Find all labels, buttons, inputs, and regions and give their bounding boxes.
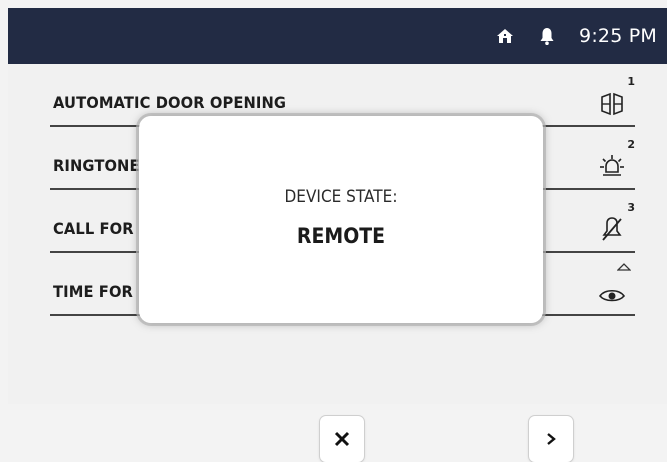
home-icon[interactable]: [495, 26, 515, 46]
door-open-icon[interactable]: [597, 87, 627, 119]
eye-icon[interactable]: [597, 276, 627, 308]
row-badge: 1: [627, 75, 635, 88]
expand-up-icon[interactable]: [617, 262, 631, 272]
close-icon: [334, 431, 350, 447]
settings-row-label: CALL FOR: [53, 219, 134, 238]
chevron-right-icon: [547, 433, 556, 445]
dialog-title: DEVICE STATE:: [284, 187, 398, 207]
mute-bell-icon[interactable]: [597, 213, 627, 245]
dialog-value: REMOTE: [296, 224, 386, 248]
row-badge: 3: [627, 201, 635, 214]
light-icon[interactable]: [597, 150, 627, 182]
bell-icon[interactable]: [537, 26, 557, 46]
status-bar: 9:25 PM: [8, 8, 667, 64]
row-badge: 2: [627, 138, 635, 151]
clock-time: 9:25 PM: [579, 25, 657, 47]
settings-row-label: RINGTONE: [53, 156, 140, 175]
device-state-dialog[interactable]: DEVICE STATE: REMOTE: [139, 116, 543, 323]
next-button[interactable]: [529, 416, 573, 462]
close-button[interactable]: [320, 416, 364, 462]
settings-row-label: AUTOMATIC DOOR OPENING: [53, 93, 287, 112]
settings-row-label: TIME FOR: [53, 282, 133, 301]
